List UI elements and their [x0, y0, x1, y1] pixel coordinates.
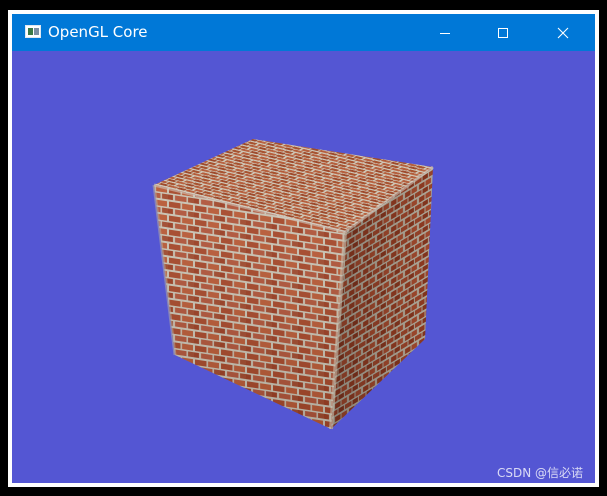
- textured-cube: [152, 139, 434, 430]
- watermark-text: CSDN @信必诺: [496, 466, 583, 480]
- app-window: OpenGL Core CSDN @信必诺: [8, 10, 599, 487]
- close-icon: [557, 27, 569, 38]
- maximize-button[interactable]: [474, 14, 532, 51]
- title-bar[interactable]: OpenGL Core: [12, 14, 595, 51]
- minimize-button[interactable]: [416, 14, 474, 51]
- window-title: OpenGL Core: [48, 23, 148, 41]
- opengl-viewport[interactable]: CSDN @信必诺: [12, 51, 595, 483]
- screenshot-frame: OpenGL Core CSDN @信必诺: [0, 0, 607, 496]
- minimize-icon: [440, 32, 450, 34]
- app-window-icon: [25, 25, 41, 38]
- close-button[interactable]: [534, 14, 592, 51]
- maximize-icon: [498, 27, 508, 38]
